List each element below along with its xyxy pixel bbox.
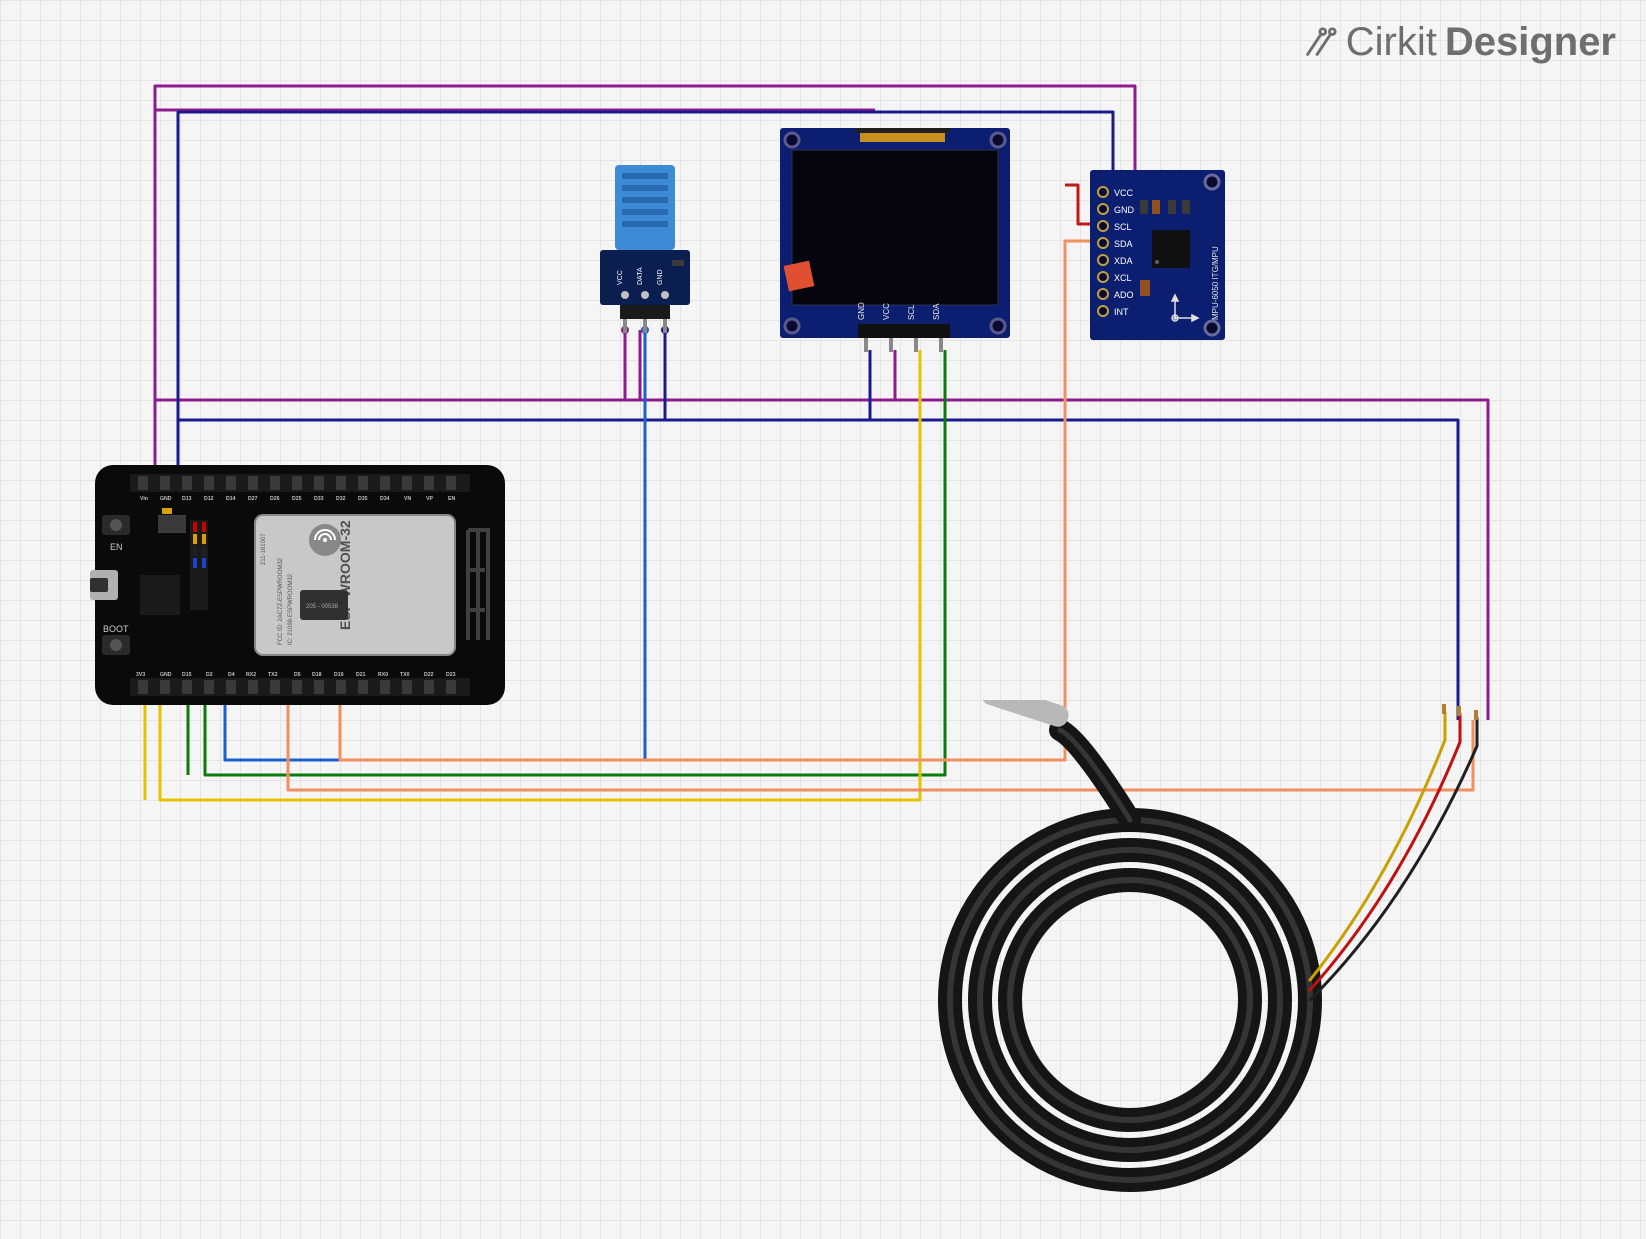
svg-text:VCC: VCC <box>617 270 624 285</box>
oled-display[interactable]: GND VCC SCL SDA <box>780 128 1010 353</box>
svg-text:EN: EN <box>448 496 455 502</box>
svg-text:D5: D5 <box>294 672 301 678</box>
svg-text:D33: D33 <box>314 496 324 502</box>
svg-text:DATA: DATA <box>637 267 644 285</box>
svg-text:TX2: TX2 <box>268 672 278 678</box>
ds18b20-probe[interactable] <box>870 700 1530 1220</box>
dht11-sensor[interactable]: Temperature & Humidity VCC DATA GND <box>590 165 700 335</box>
esp32-boot-button[interactable]: BOOT <box>102 624 130 655</box>
svg-text:211-161007: 211-161007 <box>261 533 267 565</box>
svg-text:SDA: SDA <box>932 303 941 320</box>
logo-icon <box>1300 24 1338 62</box>
wire-vcc-oled <box>155 350 895 400</box>
mpu6050-sensor[interactable]: VCC GND SCL SDA XDA XCL ADO INT MPU-6050 ITG/M… <box>1090 170 1225 340</box>
svg-text:VP: VP <box>426 496 433 502</box>
wire-gnd-dht <box>178 330 665 420</box>
logo-word-1: Cirkit <box>1346 20 1437 65</box>
svg-text:D26: D26 <box>270 496 280 502</box>
svg-text:D2: D2 <box>206 672 213 678</box>
svg-text:INT: INT <box>1114 307 1129 317</box>
svg-text:D18: D18 <box>312 672 322 678</box>
svg-text:SCL: SCL <box>907 304 916 320</box>
svg-text:SCL: SCL <box>1114 222 1132 232</box>
svg-text:D23: D23 <box>446 672 456 678</box>
esp32-board[interactable]: Vin GND D13 D12 D14 D27 D26 D25 D33 D32 D35 D34 VN VP… <box>90 460 510 710</box>
svg-text:GND: GND <box>857 302 866 320</box>
svg-text:EN: EN <box>110 542 123 552</box>
svg-text:TX0: TX0 <box>400 672 410 678</box>
svg-text:D34: D34 <box>380 496 390 502</box>
svg-text:ADO: ADO <box>1114 290 1134 300</box>
svg-text:GND: GND <box>657 269 664 285</box>
svg-text:D4: D4 <box>228 672 235 678</box>
svg-text:GND: GND <box>160 672 172 678</box>
svg-text:D32: D32 <box>336 496 346 502</box>
svg-text:GND: GND <box>1114 205 1135 215</box>
svg-text:VN: VN <box>404 496 411 502</box>
svg-text:GND: GND <box>160 496 172 502</box>
svg-text:RX0: RX0 <box>378 672 388 678</box>
svg-text:D19: D19 <box>334 672 344 678</box>
brand-logo: Cirkit Designer <box>1300 20 1616 65</box>
mpu6050-label: MPU-6050 ITG/MPU <box>1211 246 1220 320</box>
svg-text:D13: D13 <box>182 496 192 502</box>
svg-text:SDA: SDA <box>1114 239 1133 249</box>
svg-text:VCC: VCC <box>1114 188 1134 198</box>
svg-text:VCC: VCC <box>882 303 891 320</box>
svg-text:D27: D27 <box>248 496 258 502</box>
svg-text:FCC ID: 2AC7Z-ESPWROOM32: FCC ID: 2AC7Z-ESPWROOM32 <box>278 557 284 645</box>
wire-gnd-oled <box>178 350 870 420</box>
svg-text:Vin: Vin <box>140 496 148 502</box>
svg-text:XDA: XDA <box>1114 256 1133 266</box>
svg-text:D15: D15 <box>182 672 192 678</box>
svg-text:RX2: RX2 <box>246 672 256 678</box>
svg-text:D12: D12 <box>204 496 214 502</box>
logo-word-2: Designer <box>1445 20 1616 65</box>
svg-text:D25: D25 <box>292 496 302 502</box>
wire-mpu-scl-stub <box>1065 185 1090 224</box>
svg-text:BOOT: BOOT <box>103 624 129 634</box>
svg-text:D14: D14 <box>226 496 236 502</box>
svg-text:3V3: 3V3 <box>136 672 145 678</box>
svg-text:IC: 21098-ESPWROOM32: IC: 21098-ESPWROOM32 <box>288 573 294 645</box>
svg-text:205 - 00538: 205 - 00538 <box>306 604 339 610</box>
svg-text:D22: D22 <box>424 672 434 678</box>
svg-text:D35: D35 <box>358 496 368 502</box>
svg-text:XCL: XCL <box>1114 273 1132 283</box>
svg-text:D21: D21 <box>356 672 366 678</box>
